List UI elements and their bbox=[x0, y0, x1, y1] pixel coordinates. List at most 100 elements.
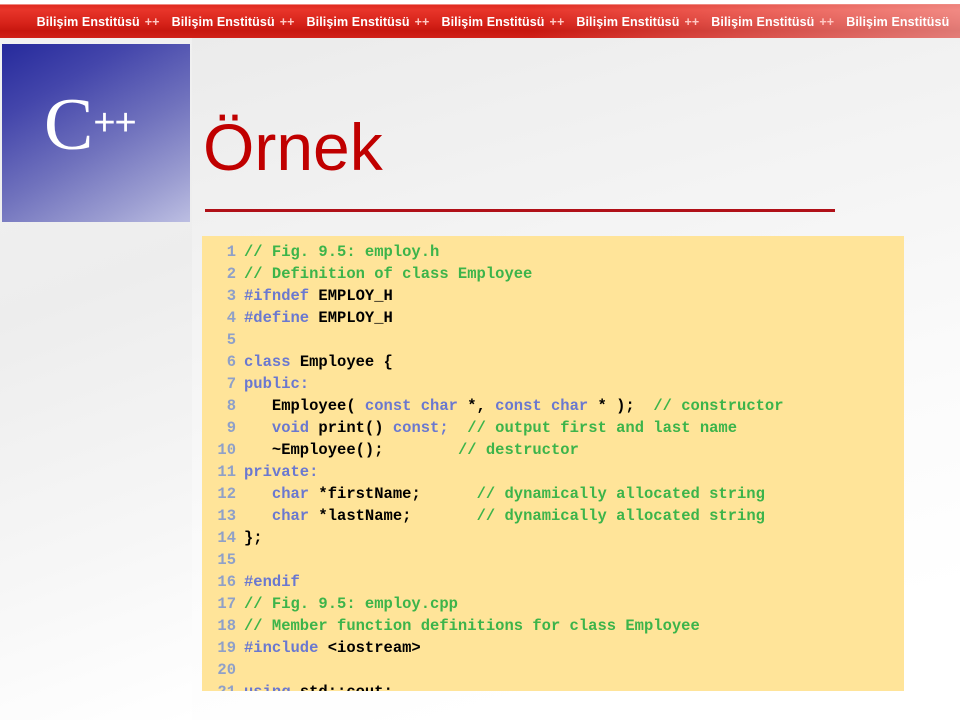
code-line-number: 1 bbox=[226, 243, 236, 261]
code-line-number: 5 bbox=[226, 331, 236, 349]
code-token: const; bbox=[383, 419, 449, 437]
banner-segment-label: Bilişim Enstitüsü bbox=[576, 14, 680, 29]
code-token: using bbox=[244, 683, 291, 691]
code-line: 9 void print() const; // output first an… bbox=[202, 417, 904, 439]
code-line: 14}; bbox=[202, 527, 904, 549]
cpp-logo-letter: C bbox=[44, 84, 94, 166]
code-token: }; bbox=[244, 529, 263, 547]
code-token: private: bbox=[244, 463, 319, 481]
banner-separator: ++ bbox=[549, 14, 565, 29]
code-token: char bbox=[271, 507, 310, 525]
code-token: *firstName; bbox=[309, 485, 421, 503]
banner-separator: ++ bbox=[279, 14, 295, 29]
code-token: Employee( bbox=[244, 397, 356, 415]
banner-segment-label: Bilişim Enstitüsü bbox=[711, 14, 815, 29]
code-line: 19 #include <iostream> bbox=[202, 637, 904, 659]
code-line-number: 3 bbox=[226, 287, 236, 305]
code-line-number: 13 bbox=[217, 507, 236, 525]
page-title: Örnek bbox=[203, 110, 383, 184]
code-token: const char bbox=[355, 397, 458, 415]
code-token: // dynamically allocated string bbox=[476, 485, 765, 503]
code-line-number: 19 bbox=[217, 639, 236, 657]
banner-separator: ++ bbox=[684, 14, 700, 29]
code-token: const char bbox=[485, 397, 589, 415]
code-line-number: 18 bbox=[217, 617, 236, 635]
code-line: 21using std::cout; bbox=[202, 681, 904, 691]
code-token: // destructor bbox=[457, 441, 579, 459]
code-line-number: 20 bbox=[217, 661, 236, 679]
code-token: // Definition of class Employee bbox=[244, 265, 533, 283]
code-line-number: 10 bbox=[217, 441, 236, 459]
code-line: 1 // Fig. 9.5: employ.h bbox=[202, 241, 904, 263]
code-line-number: 11 bbox=[217, 463, 236, 481]
banner-separator: ++ bbox=[414, 14, 430, 29]
code-line: 16 #endif bbox=[202, 571, 904, 593]
code-token: *lastName; bbox=[309, 507, 412, 525]
banner-segment-label: Bilişim Enstitüsü bbox=[441, 14, 545, 29]
code-token: print() bbox=[309, 419, 384, 437]
code-token: #define bbox=[244, 309, 310, 327]
code-line: 6 class Employee { bbox=[202, 351, 904, 373]
banner-separator: ++ bbox=[144, 14, 160, 29]
banner-segment-label: Bilişim Enstitüsü bbox=[171, 14, 275, 29]
code-line: 8 Employee( const char *, const char * )… bbox=[202, 395, 904, 417]
code-token: std::cout; bbox=[291, 683, 393, 691]
cpp-logo-box: C++ bbox=[2, 44, 190, 222]
code-line-number: 21 bbox=[202, 681, 244, 691]
code-token: ~Employee(); bbox=[244, 441, 384, 459]
code-line: 18 // Member function definitions for cla… bbox=[202, 615, 904, 637]
code-token: // constructor bbox=[653, 397, 784, 415]
code-line: 17 // Fig. 9.5: employ.cpp bbox=[202, 593, 904, 615]
code-line-number: 17 bbox=[217, 595, 236, 613]
banner-segment-label: Bilişim Enstitüsü bbox=[36, 14, 140, 29]
code-line-number: 15 bbox=[217, 551, 236, 569]
code-line: 12 char *firstName; // dynamically alloc… bbox=[202, 483, 904, 505]
code-token: // Fig. 9.5: employ.cpp bbox=[244, 595, 458, 613]
code-token: #include bbox=[244, 639, 319, 657]
code-token: #endif bbox=[244, 573, 300, 591]
code-line-number: 8 bbox=[226, 397, 236, 415]
slide-root: Bilişim Enstitüsü ++ Bilişim Enstitüsü ++ Bi… bbox=[0, 0, 960, 720]
banner-segment-label: Bilişim Enstitüsü bbox=[846, 14, 950, 29]
banner-segment-label: Bilişim Enstitüsü bbox=[306, 14, 410, 29]
code-line: 10 ~Employee(); // destructor bbox=[202, 439, 904, 461]
code-token: EMPLOY_H bbox=[309, 309, 393, 327]
code-token: class bbox=[244, 353, 291, 371]
code-token: EMPLOY_H bbox=[309, 287, 393, 305]
code-line-number: 6 bbox=[226, 353, 236, 371]
code-listing-panel: 1 // Fig. 9.5: employ.h 2 // Definition of … bbox=[202, 236, 904, 691]
code-token: // Member function definitions for class… bbox=[244, 617, 700, 635]
cpp-logo-plusplus: ++ bbox=[93, 102, 136, 144]
banner-separator: ++ bbox=[819, 14, 835, 29]
code-token: // dynamically allocated string bbox=[476, 507, 765, 525]
code-line-number: 9 bbox=[226, 419, 236, 437]
code-line: 13 char *lastName; // dynamically alloca… bbox=[202, 505, 904, 527]
code-token: char bbox=[271, 485, 310, 503]
top-banner: Bilişim Enstitüsü ++ Bilişim Enstitüsü ++ Bi… bbox=[0, 4, 960, 38]
code-line-number: 16 bbox=[217, 573, 236, 591]
code-line-number: 7 bbox=[226, 375, 236, 393]
code-line: 2 // Definition of class Employee bbox=[202, 263, 904, 285]
code-line: 3 #ifndef EMPLOY_H bbox=[202, 285, 904, 307]
banner-repeating-text: Bilişim Enstitüsü ++ Bilişim Enstitüsü ++ Bi… bbox=[11, 5, 950, 38]
code-token: // Fig. 9.5: employ.h bbox=[244, 243, 440, 261]
code-token: public: bbox=[244, 375, 310, 393]
code-line: 11 private: bbox=[202, 461, 904, 483]
code-line: 20 bbox=[202, 659, 904, 681]
code-line: 7 public: bbox=[202, 373, 904, 395]
code-line-number: 4 bbox=[226, 309, 236, 327]
code-line-number: 2 bbox=[226, 265, 236, 283]
code-line: 5 bbox=[202, 329, 904, 351]
code-token: void bbox=[271, 419, 310, 437]
code-token: // output first and last name bbox=[467, 419, 738, 437]
code-token: *, bbox=[457, 397, 486, 415]
code-token: * ); bbox=[588, 397, 635, 415]
code-line-number: 12 bbox=[217, 485, 236, 503]
